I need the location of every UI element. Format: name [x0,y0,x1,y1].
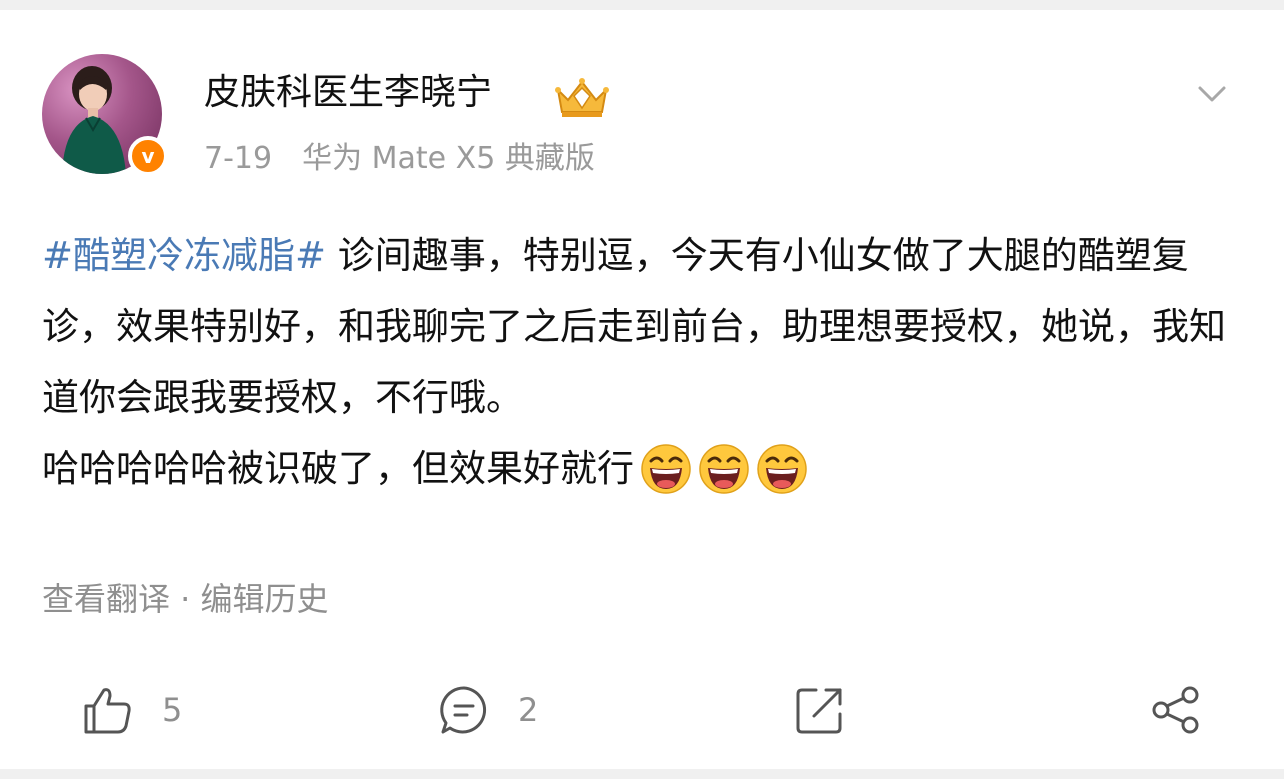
share-button[interactable] [1150,670,1202,750]
repost-icon [796,688,842,734]
like-button[interactable]: 5 [82,670,182,750]
translate-history-links[interactable]: 查看翻译 · 编辑历史 [42,576,329,622]
emoji-row [634,435,808,506]
comment-count: 2 [518,691,539,729]
verified-badge: v [128,136,168,176]
author-name[interactable]: 皮肤科医生李晓宁 [204,68,492,118]
hashtag-link[interactable]: #酷塑冷冻减脂# [42,234,326,277]
post-device: 华为 Mate X5 典藏版 [302,141,595,176]
repost-button[interactable] [794,670,846,750]
post-card: v 皮肤科医生李晓宁 7-19 华为 Mate X5 典藏版 #酷塑冷冻减脂# 诊… [0,10,1284,769]
post-text-2: 哈哈哈哈哈被识破了，但效果好就行 [42,447,634,490]
laugh-emoji [699,443,749,494]
like-count: 5 [162,691,183,729]
crown-icon[interactable] [552,74,612,120]
laugh-emoji [641,443,691,494]
laugh-emoji [757,443,807,494]
action-bar: 5 2 [0,670,1284,750]
post-date: 7-19 [204,141,273,176]
post-paragraph-1: #酷塑冷冻减脂# 诊间趣事，特别逗，今天有小仙女做了大腿的酷塑复诊，效果特别好，… [42,220,1242,433]
chevron-down-icon[interactable] [1192,74,1232,114]
share-icon [1152,686,1199,734]
post-body: #酷塑冷冻减脂# 诊间趣事，特别逗，今天有小仙女做了大腿的酷塑复诊，效果特别好，… [42,220,1242,506]
thumbs-up-icon [84,688,131,734]
comment-button[interactable]: 2 [438,670,538,750]
comment-icon [440,686,487,734]
post-meta: 7-19 华为 Mate X5 典藏版 [204,138,595,180]
post-paragraph-2: 哈哈哈哈哈被识破了，但效果好就行 [42,433,1242,506]
